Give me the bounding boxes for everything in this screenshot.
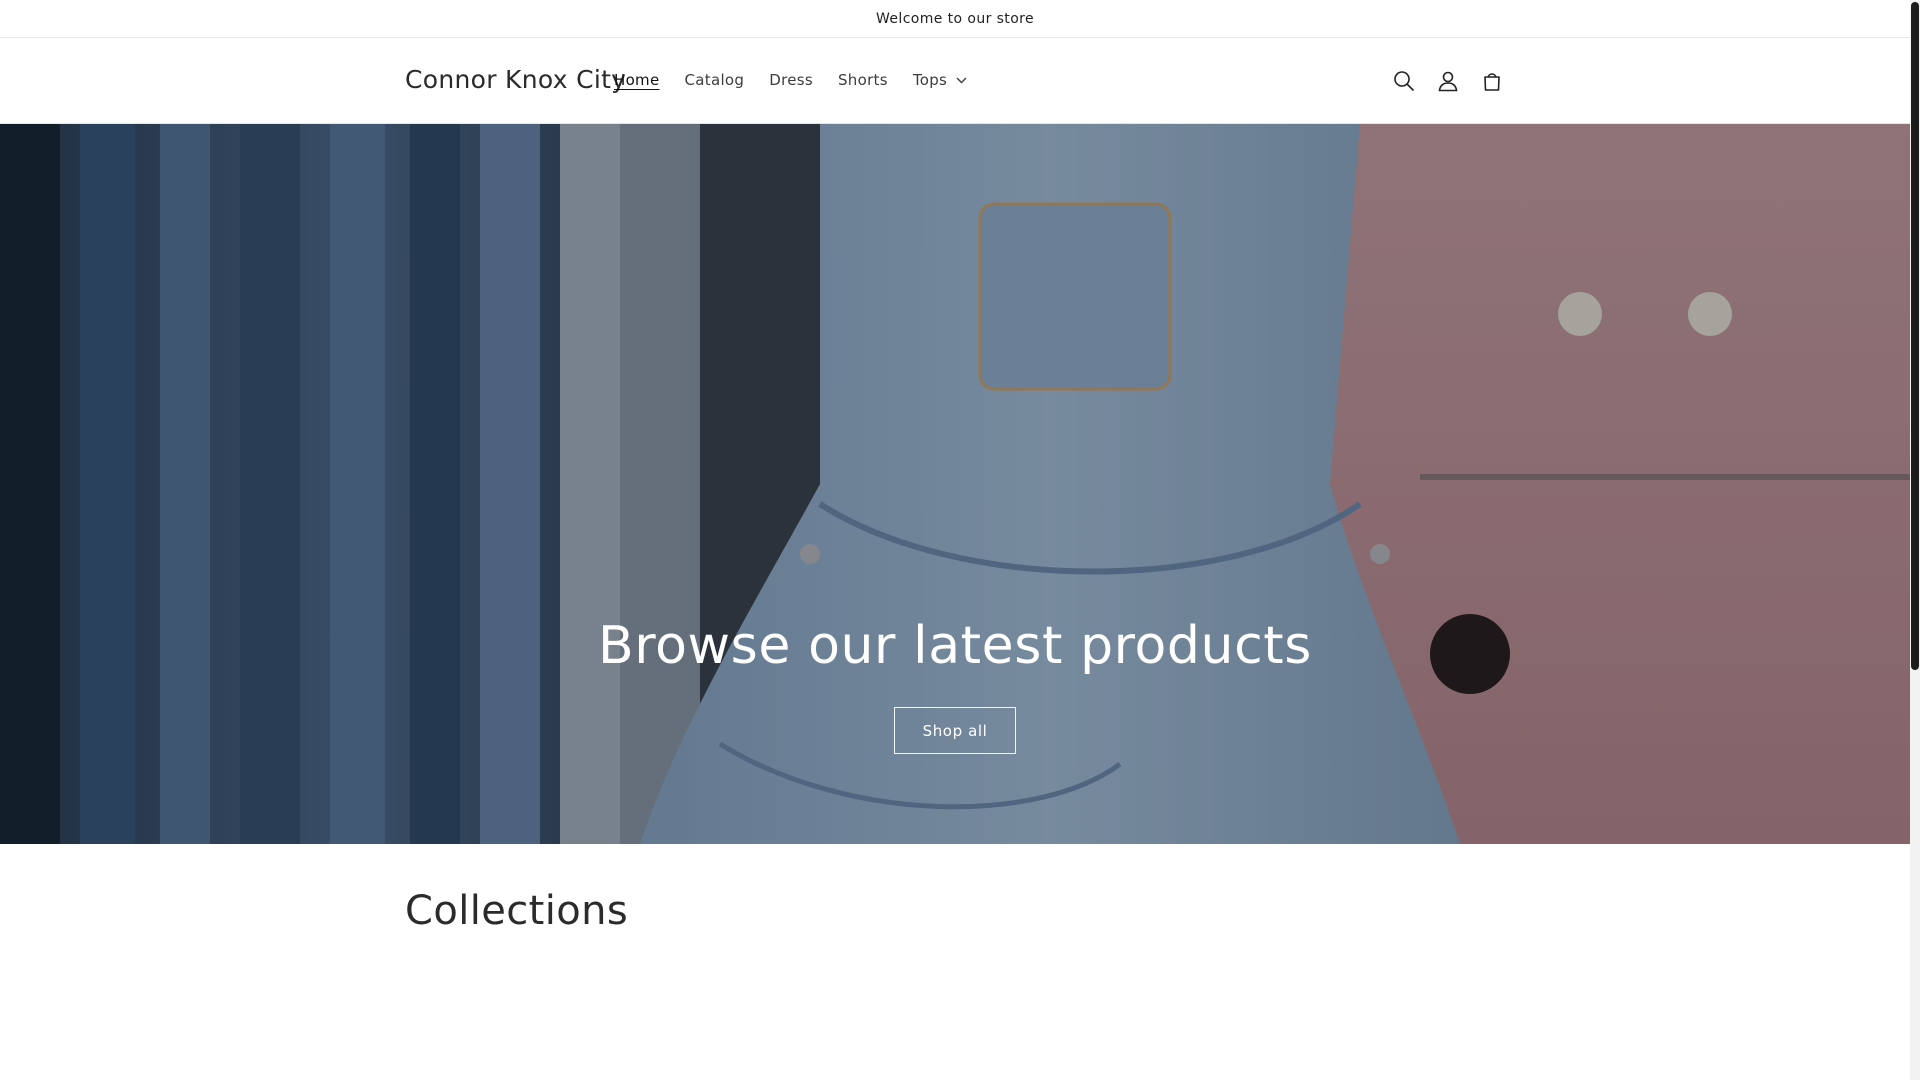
hero-banner: Browse our latest products Shop all [0, 124, 1910, 844]
nav-catalog[interactable]: Catalog [685, 71, 745, 89]
page-scrollbar[interactable] [1910, 0, 1920, 1080]
scrollbar-thumb[interactable] [1911, 2, 1919, 670]
store-logo[interactable]: Connor Knox City [405, 65, 626, 94]
announcement-bar: Welcome to our store [0, 0, 1910, 38]
nav-shorts[interactable]: Shorts [838, 71, 888, 89]
cart-icon[interactable] [1470, 63, 1514, 99]
main-nav: Home Catalog Dress Shorts Tops [614, 71, 992, 89]
hero-heading: Browse our latest products [598, 616, 1312, 676]
search-icon[interactable] [1382, 63, 1426, 99]
nav-dress[interactable]: Dress [769, 71, 813, 89]
header-icons [1382, 63, 1514, 99]
nav-home[interactable]: Home [614, 71, 660, 89]
nav-tops-label: Tops [912, 71, 948, 89]
site-header: Connor Knox City Home Catalog Dress Shor… [0, 38, 1910, 124]
nav-tops[interactable]: Tops [913, 71, 967, 89]
storefront-page: Welcome to our store Connor Knox City Ho… [0, 0, 1920, 1080]
announcement-text: Welcome to our store [875, 10, 1035, 27]
collections-heading: Collections [405, 888, 629, 934]
shop-all-button[interactable]: Shop all [894, 707, 1016, 754]
account-icon[interactable] [1426, 63, 1470, 99]
chevron-down-icon [956, 77, 967, 84]
